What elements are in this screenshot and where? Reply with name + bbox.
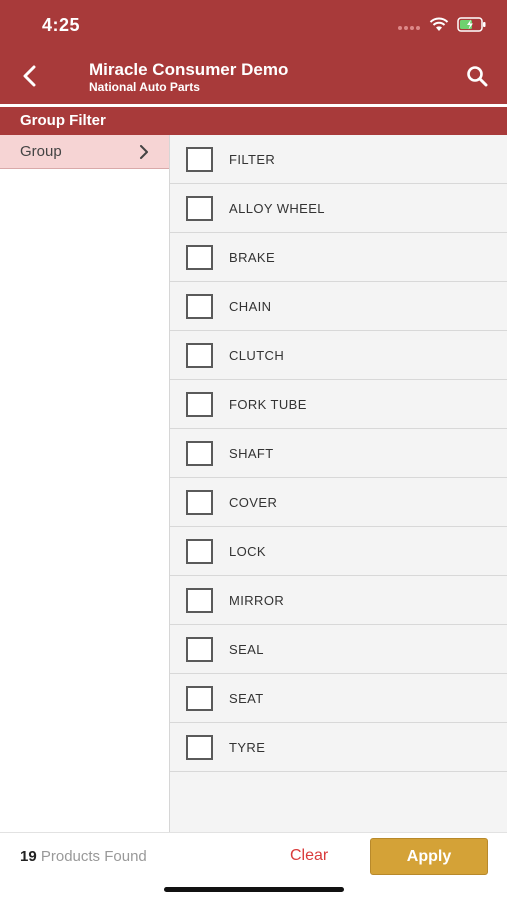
header-titles: Miracle Consumer Demo National Auto Part… [89, 60, 288, 94]
battery-charging-icon [457, 17, 487, 37]
status-icons [397, 17, 487, 37]
filter-option-label: TYRE [229, 740, 266, 755]
filter-options-list: FILTER ALLOY WHEEL BRAKE CHAIN CLUTCH FO… [170, 135, 507, 832]
filter-option-label: ALLOY WHEEL [229, 201, 325, 216]
checkbox[interactable] [186, 343, 213, 368]
filter-option-label: FORK TUBE [229, 397, 307, 412]
filter-option-label: LOCK [229, 544, 267, 559]
filter-option-label: COVER [229, 495, 278, 510]
home-indicator[interactable] [164, 887, 344, 892]
products-found-label: Products Found [40, 848, 147, 865]
filter-option-row[interactable]: FILTER [170, 135, 507, 184]
checkbox[interactable] [186, 735, 213, 760]
checkbox[interactable] [186, 196, 213, 221]
status-bar: 4:25 [0, 0, 507, 52]
apply-button[interactable]: Apply [370, 838, 488, 875]
search-icon [466, 65, 488, 92]
checkbox[interactable] [186, 294, 213, 319]
product-count: 19 [20, 848, 37, 865]
filter-option-label: BRAKE [229, 250, 276, 265]
filter-option-row[interactable]: SEAL [170, 625, 507, 674]
checkbox[interactable] [186, 441, 213, 466]
section-header: Group Filter [0, 107, 507, 135]
filter-option-label: CHAIN [229, 299, 272, 314]
checkbox[interactable] [186, 686, 213, 711]
header-title: Miracle Consumer Demo [89, 60, 289, 79]
filter-option-row[interactable]: LOCK [170, 527, 507, 576]
filter-option-row[interactable]: FORK TUBE [170, 380, 507, 429]
filter-option-label: FILTER [229, 152, 276, 167]
clear-button[interactable]: Clear [290, 847, 328, 865]
filter-option-label: SHAFT [229, 446, 274, 461]
filter-option-row[interactable]: COVER [170, 478, 507, 527]
filter-option-label: CLUTCH [229, 348, 285, 363]
checkbox[interactable] [186, 539, 213, 564]
search-button[interactable] [463, 64, 491, 92]
back-button[interactable] [14, 62, 44, 94]
footer-bar: 19 Products Found Clear Apply [0, 832, 507, 900]
filter-option-row[interactable]: MIRROR [170, 576, 507, 625]
filter-option-label: SEAT [229, 691, 264, 706]
checkbox[interactable] [186, 490, 213, 515]
filter-option-row[interactable]: ALLOY WHEEL [170, 184, 507, 233]
filter-option-row[interactable]: SHAFT [170, 429, 507, 478]
category-tab-label: Group [20, 143, 62, 160]
filter-option-row[interactable]: TYRE [170, 723, 507, 772]
filter-option-label: SEAL [229, 642, 264, 657]
chevron-right-icon [139, 145, 149, 164]
filter-option-row[interactable]: CLUTCH [170, 331, 507, 380]
header-subtitle: National Auto Parts [89, 80, 200, 94]
signal-dots-icon [397, 18, 421, 36]
checkbox[interactable] [186, 588, 213, 613]
checkbox[interactable] [186, 637, 213, 662]
app-header: Miracle Consumer Demo National Auto Part… [0, 52, 507, 104]
status-time: 4:25 [42, 15, 81, 35]
filter-option-row[interactable]: BRAKE [170, 233, 507, 282]
wifi-icon [429, 17, 449, 37]
products-found-summary: 19 Products Found [20, 848, 147, 865]
chevron-left-icon [21, 65, 37, 92]
checkbox[interactable] [186, 147, 213, 172]
filter-category-panel: Group [0, 135, 170, 832]
filter-option-label: MIRROR [229, 593, 285, 608]
checkbox[interactable] [186, 392, 213, 417]
filter-option-row[interactable]: SEAT [170, 674, 507, 723]
checkbox[interactable] [186, 245, 213, 270]
section-title: Group Filter [20, 112, 106, 129]
category-tab-group[interactable]: Group [0, 135, 169, 169]
filter-option-row[interactable]: CHAIN [170, 282, 507, 331]
